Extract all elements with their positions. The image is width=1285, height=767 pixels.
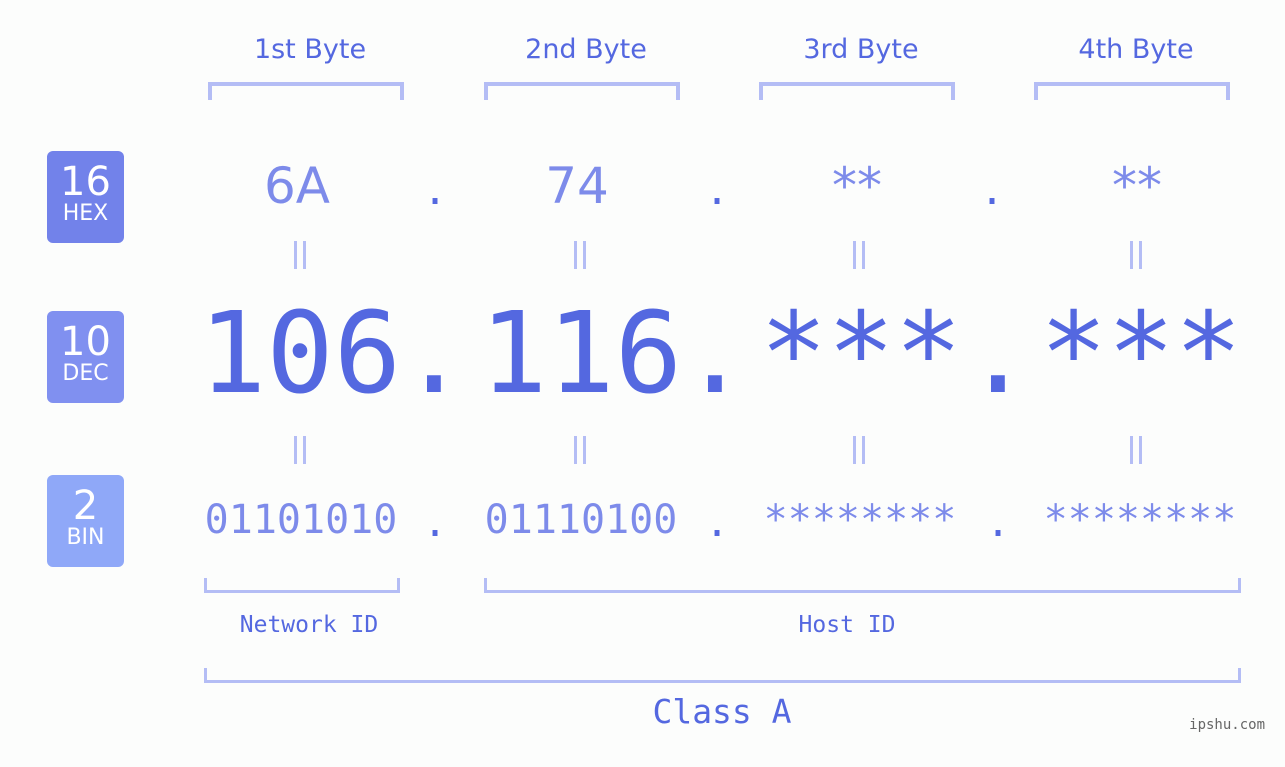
- equals-icon: [1116, 238, 1156, 278]
- bin-separator-2: .: [704, 500, 730, 546]
- byte-header-4: 4th Byte: [1078, 34, 1194, 65]
- host-id-label: Host ID: [798, 612, 896, 638]
- equals-icon: [560, 433, 600, 473]
- equals-icon: [280, 238, 320, 278]
- bin-badge: 2 BIN: [47, 475, 124, 567]
- dec-separator-2: .: [681, 289, 749, 419]
- equals-icon: [560, 238, 600, 278]
- dec-separator-1: .: [400, 289, 468, 419]
- network-id-bracket: [204, 578, 400, 593]
- bin-byte-3: ********: [763, 497, 957, 543]
- dec-badge: 10 DEC: [47, 311, 124, 403]
- byte-bracket-4: [1034, 82, 1230, 100]
- byte-bracket-2: [484, 82, 680, 100]
- dec-byte-2: 116: [479, 289, 683, 419]
- equals-icon: [839, 238, 879, 278]
- bin-badge-number: 2: [72, 483, 99, 529]
- bin-byte-4: ********: [1043, 497, 1237, 543]
- hex-byte-3: **: [832, 157, 882, 215]
- dec-badge-label: DEC: [62, 361, 109, 386]
- watermark: ipshu.com: [1189, 717, 1265, 733]
- equals-icon: [1116, 433, 1156, 473]
- dec-byte-4: ***: [1039, 289, 1243, 419]
- hex-separator-1: .: [422, 168, 448, 214]
- hex-badge-number: 16: [60, 159, 111, 205]
- hex-byte-4: **: [1112, 157, 1162, 215]
- dec-byte-3: ***: [759, 289, 963, 419]
- byte-bracket-3: [759, 82, 955, 100]
- bin-separator-1: .: [422, 500, 448, 546]
- hex-badge-label: HEX: [62, 201, 109, 226]
- host-id-bracket: [484, 578, 1241, 593]
- bin-separator-3: .: [985, 500, 1011, 546]
- byte-bracket-1: [208, 82, 404, 100]
- hex-byte-1: 6A: [263, 157, 330, 215]
- dec-byte-1: 106: [198, 289, 402, 419]
- bin-byte-1: 01101010: [204, 497, 398, 543]
- bin-byte-2: 01110100: [484, 497, 678, 543]
- byte-header-2: 2nd Byte: [525, 34, 647, 65]
- hex-badge: 16 HEX: [47, 151, 124, 243]
- hex-separator-2: .: [704, 168, 730, 214]
- dec-separator-3: .: [964, 289, 1032, 419]
- equals-icon: [280, 433, 320, 473]
- byte-header-1: 1st Byte: [253, 34, 367, 65]
- dec-badge-number: 10: [60, 319, 111, 365]
- hex-separator-3: .: [979, 168, 1005, 214]
- byte-header-3: 3rd Byte: [803, 34, 919, 65]
- bin-badge-label: BIN: [66, 525, 105, 550]
- class-bracket: [204, 668, 1241, 683]
- equals-icon: [839, 433, 879, 473]
- network-id-label: Network ID: [239, 612, 379, 638]
- hex-byte-2: 74: [545, 157, 609, 215]
- class-label: Class A: [652, 692, 792, 731]
